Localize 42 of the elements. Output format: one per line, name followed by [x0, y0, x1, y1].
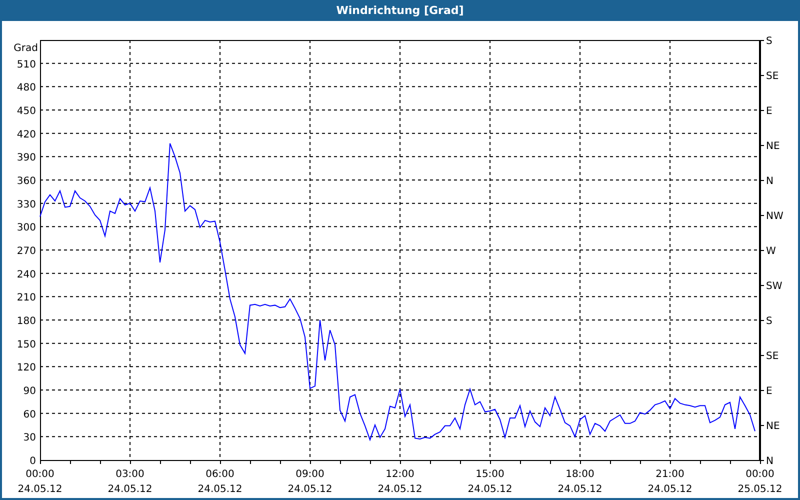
- y-tick-label: 210: [16, 292, 36, 304]
- y-tick-label: 510: [16, 59, 36, 70]
- x-tick-label: 12:00 24.05.12: [378, 469, 422, 495]
- compass-tick-label: E: [766, 106, 772, 117]
- y-axis-title: Grad: [14, 43, 38, 54]
- compass-tick-label: S: [766, 36, 772, 47]
- y-tick-label: 480: [16, 82, 36, 94]
- compass-tick-label: E: [766, 386, 772, 397]
- compass-tick-label: NW: [766, 211, 784, 222]
- compass-tick-label: W: [766, 246, 776, 257]
- y-tick-label: 150: [16, 339, 36, 350]
- x-tick-label: 00:00 25.05.12: [738, 469, 782, 495]
- y-tick-label: 270: [16, 246, 36, 257]
- y-tick-label: 390: [16, 152, 36, 164]
- x-tick-label: 03:00 24.05.12: [108, 469, 152, 495]
- compass-tick-label: N: [766, 456, 774, 467]
- compass-tick-label: N: [766, 176, 774, 187]
- x-tick-label: 09:00 24.05.12: [288, 469, 332, 495]
- compass-tick-label: NE: [766, 421, 780, 432]
- x-tick-label: 18:00 24.05.12: [558, 469, 602, 495]
- window-title: Windrichtung [Grad]: [0, 0, 800, 21]
- y-tick-label: 360: [16, 176, 36, 187]
- y-tick-label: 120: [16, 362, 36, 374]
- y-tick-label: 420: [16, 129, 36, 140]
- y-tick-label: 240: [16, 269, 36, 280]
- y-tick-label: 60: [23, 409, 36, 420]
- x-tick-label: 21:00 24.05.12: [648, 469, 692, 495]
- y-tick-label: 330: [16, 199, 36, 210]
- compass-tick-label: SE: [766, 351, 779, 362]
- compass-tick-label: S: [766, 316, 772, 327]
- x-tick-label: 06:00 24.05.12: [198, 469, 242, 495]
- y-tick-label: 450: [16, 106, 36, 117]
- compass-tick-label: NE: [766, 141, 780, 152]
- y-tick-label: 300: [16, 222, 36, 234]
- compass-tick-label: SW: [766, 281, 782, 292]
- y-tick-label: 0: [30, 456, 36, 467]
- y-tick-label: 180: [16, 316, 36, 327]
- x-tick-label: 00:00 24.05.12: [18, 469, 62, 495]
- y-tick-label: 30: [23, 432, 36, 444]
- y-tick-label: 90: [23, 386, 36, 397]
- compass-tick-label: SE: [766, 71, 779, 82]
- x-tick-label: 15:00 24.05.12: [468, 469, 512, 495]
